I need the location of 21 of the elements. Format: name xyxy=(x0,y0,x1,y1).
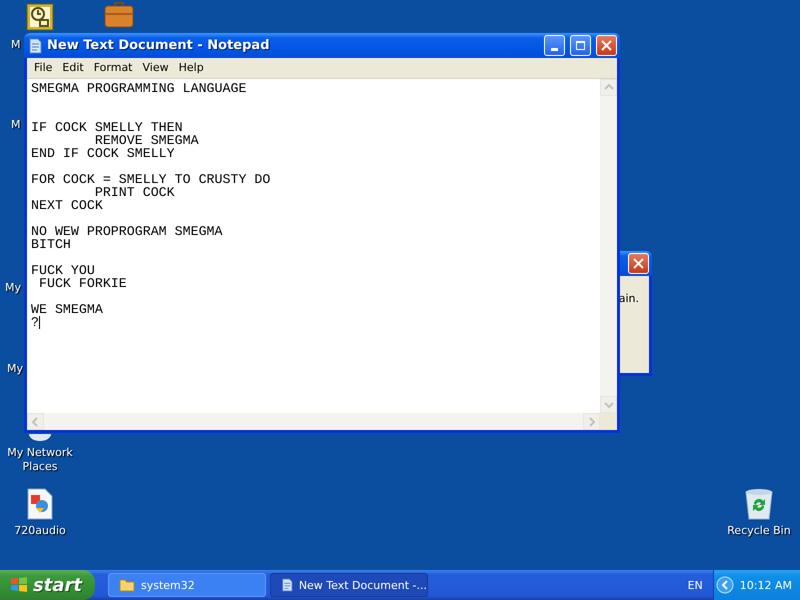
icon-label[interactable]: Recycle Bin xyxy=(727,524,791,538)
language-indicator[interactable]: EN xyxy=(688,578,703,592)
window-title: New Text Document - Notepad xyxy=(47,38,271,53)
menu-item[interactable]: Format xyxy=(88,59,138,77)
menu-item[interactable]: File xyxy=(29,59,58,77)
clock: 10:12 AM xyxy=(740,578,792,592)
menu-item[interactable]: Help xyxy=(174,59,209,77)
taskbar-button[interactable]: New Text Document -... xyxy=(270,573,428,597)
icon-label[interactable]: 720audio xyxy=(14,524,66,538)
start-button[interactable]: start xyxy=(0,570,95,600)
task-label: New Text Document -... xyxy=(298,578,427,592)
icon-label[interactable]: My xyxy=(5,281,22,294)
dialog-message: ain. xyxy=(618,292,639,305)
taskbar-button[interactable]: system32 xyxy=(108,573,266,597)
menu-item[interactable]: View xyxy=(138,59,174,77)
icon-label[interactable]: M xyxy=(11,118,20,131)
task-label: system32 xyxy=(141,578,195,592)
icon-label[interactable]: M xyxy=(11,38,20,51)
icon-label[interactable]: My xyxy=(7,362,24,375)
icon-label[interactable]: My Network Places xyxy=(0,446,80,474)
menu-item[interactable]: Edit xyxy=(57,59,89,77)
